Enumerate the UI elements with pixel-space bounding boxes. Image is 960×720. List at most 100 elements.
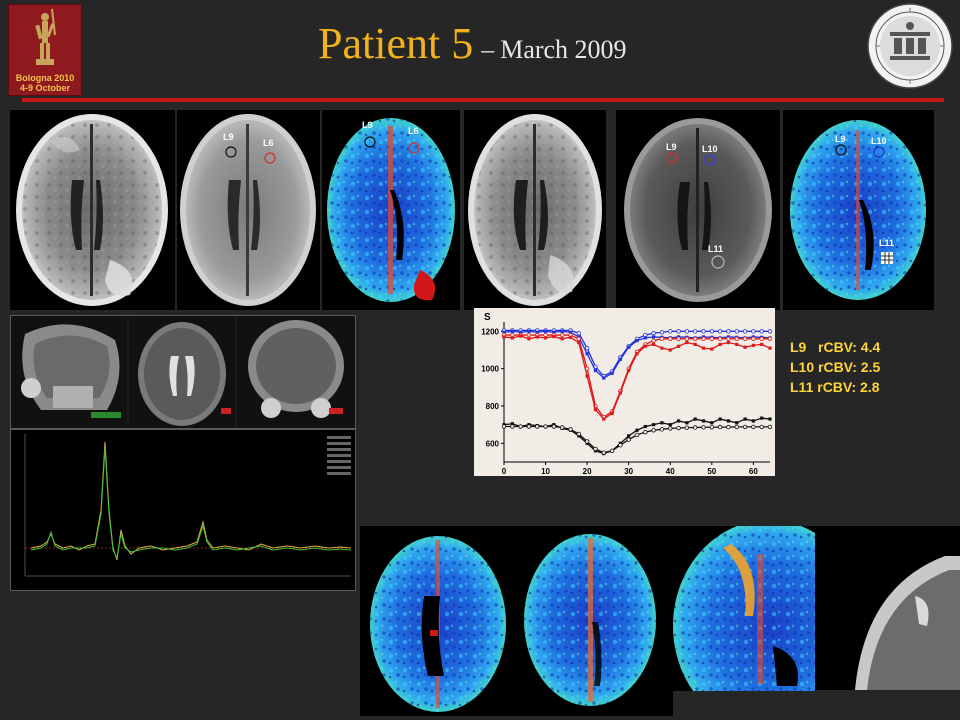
curve-point <box>559 332 565 338</box>
curve-point <box>610 411 614 416</box>
curve-point <box>652 335 656 339</box>
logo-city-text: Bologna 2010 <box>15 73 75 83</box>
curve-point <box>660 346 664 350</box>
curve-point <box>767 336 773 341</box>
curve-point <box>568 427 573 432</box>
curve-point <box>759 336 764 341</box>
curve-point <box>543 329 548 333</box>
page-title: Patient 5– March 2009 <box>318 18 627 69</box>
rcbv-value-l9: L9 rCBV: 4.4 <box>790 339 881 355</box>
chart-x-tick-label: 30 <box>624 467 633 476</box>
curve-point <box>543 424 548 429</box>
curve-point <box>659 330 665 335</box>
curve-point <box>743 417 747 421</box>
curve-point <box>510 329 514 333</box>
curve-point <box>651 338 656 343</box>
curve-point <box>643 344 647 348</box>
title-main: Patient 5 <box>318 19 474 68</box>
curve-point <box>609 448 615 453</box>
roi-label: L10 <box>702 144 718 154</box>
curve-series-line-2 <box>504 334 770 419</box>
curve-point <box>692 336 698 341</box>
curve-point <box>535 424 540 429</box>
curve-point <box>618 391 622 395</box>
curve-point <box>717 424 723 430</box>
curve-point <box>701 329 706 334</box>
curve-point <box>684 336 690 341</box>
flair-scan-2 <box>464 110 606 310</box>
curve-point <box>576 331 582 336</box>
perfusion-map-2: L9 L10 L11 <box>783 110 934 310</box>
t1-post-zoomed <box>815 526 960 690</box>
chart-x-tick-label: 50 <box>707 467 716 476</box>
curve-point <box>692 329 698 334</box>
signal-intensity-curve-chart: 0 10 20 30 40 50 60 600 800 1000 1200 S <box>474 308 775 476</box>
chart-y-tick-label: 1200 <box>481 327 499 336</box>
curve-point <box>635 428 639 432</box>
curve-point <box>726 336 731 341</box>
roi-label: L9 <box>362 120 373 130</box>
curve-point <box>559 425 565 430</box>
curve-point <box>643 336 647 340</box>
curve-point <box>709 425 715 430</box>
curve-point <box>726 419 731 423</box>
curve-point <box>634 432 640 438</box>
curve-point <box>635 339 639 343</box>
curve-point <box>652 423 656 427</box>
t1-post-scan-2: L9 L10 L11 <box>616 110 780 310</box>
curve-point <box>693 342 697 346</box>
chart-x-tick-label: 0 <box>502 467 507 476</box>
curve-point <box>610 371 614 375</box>
roi-label: L11 <box>708 244 723 254</box>
curve-point <box>726 329 731 334</box>
curve-point <box>759 329 764 334</box>
title-dash: – <box>481 35 495 64</box>
chart-y-tick-label: 1000 <box>481 365 499 374</box>
curve-series-line-3 <box>503 335 771 420</box>
curve-point <box>717 329 723 334</box>
university-seal-icon <box>867 3 953 89</box>
curve-point <box>742 329 748 334</box>
curve-point <box>668 336 673 341</box>
curve-point <box>710 421 714 425</box>
curve-point <box>709 336 715 341</box>
mr-spectrum-plot <box>10 429 356 591</box>
curve-point <box>543 336 548 340</box>
curve-point <box>527 337 531 341</box>
curve-point <box>618 357 622 361</box>
perfusion-map-pair <box>360 526 673 716</box>
curve-point <box>734 329 739 334</box>
curve-point <box>501 424 507 429</box>
chart-x-tick-label: 60 <box>749 467 758 476</box>
curve-point <box>718 417 722 421</box>
curve-point <box>734 336 739 341</box>
roi-label: L6 <box>408 126 419 136</box>
rcbv-value-l10: L10 rCBV: 2.5 <box>790 359 881 375</box>
curve-point <box>768 417 772 421</box>
curve-point <box>701 419 706 423</box>
title-date: March 2009 <box>500 35 627 64</box>
t1-post-scan-1: L9 L6 <box>177 110 320 310</box>
curve-point <box>593 368 598 373</box>
curve-point <box>510 424 515 429</box>
curve-point <box>668 423 672 427</box>
curve-point <box>685 340 689 345</box>
curve-point <box>692 425 698 430</box>
curve-point <box>585 374 589 378</box>
curve-point <box>651 428 656 433</box>
rcbv-value-l11: L11 rCBV: 2.8 <box>790 379 880 395</box>
curve-point <box>734 424 739 430</box>
statue-icon <box>9 5 81 69</box>
curve-point <box>651 331 656 336</box>
curve-point <box>535 335 539 339</box>
roi-label: L9 <box>223 132 234 142</box>
spectroscopy-localizer-strip <box>10 315 356 429</box>
curve-point <box>577 340 581 345</box>
curve-point <box>709 329 715 334</box>
curve-point <box>526 332 532 338</box>
curve-point <box>767 424 773 430</box>
curve-point <box>751 336 756 341</box>
curve-point <box>568 335 573 339</box>
curve-point <box>627 345 631 349</box>
curve-point <box>717 336 723 341</box>
